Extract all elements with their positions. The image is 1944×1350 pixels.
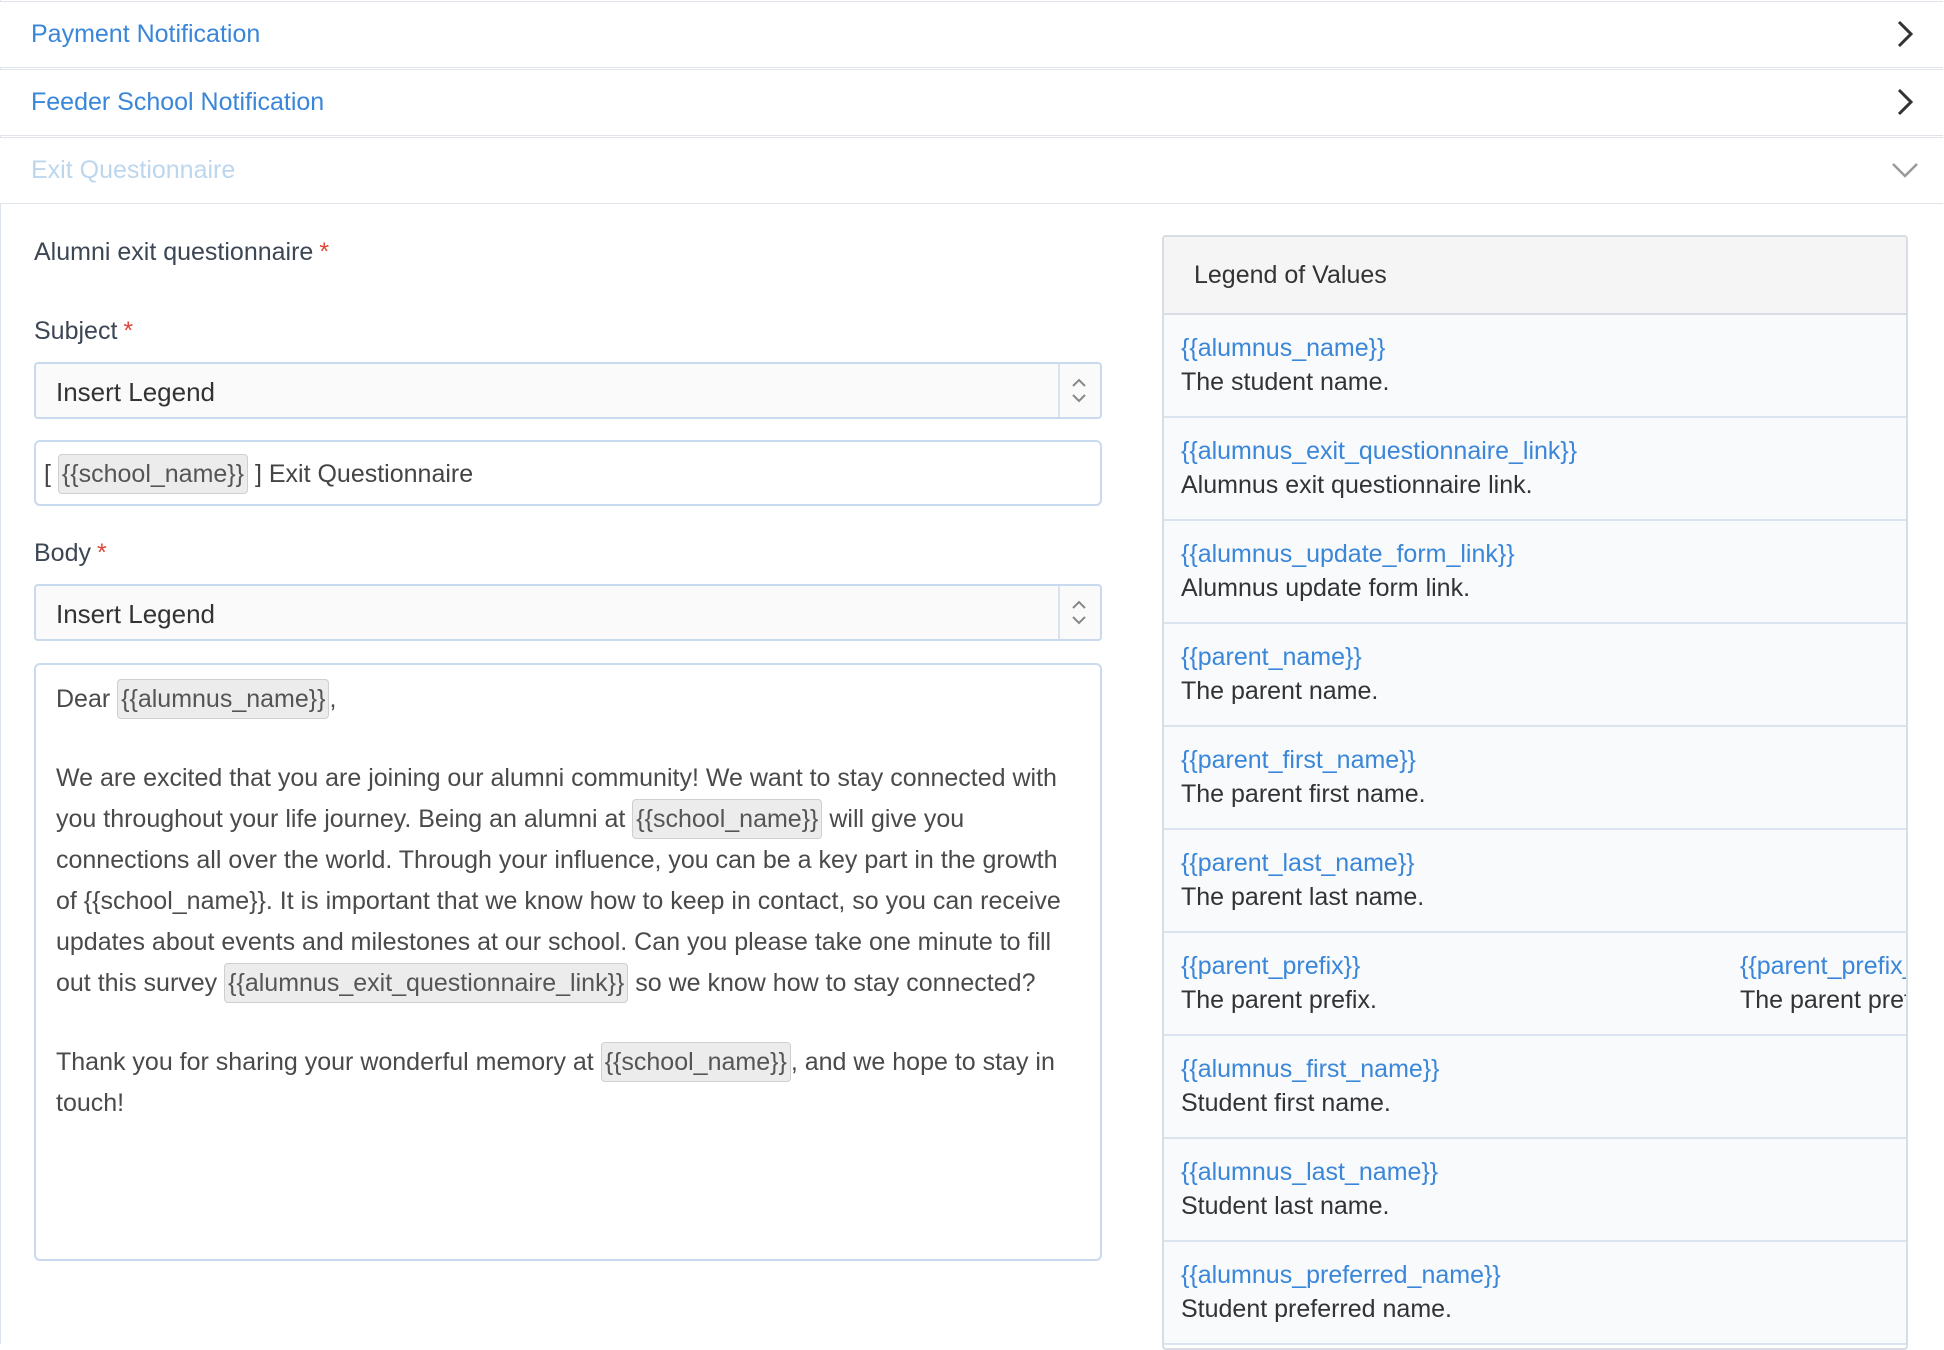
- legend-desc: The parent name.: [1181, 677, 1379, 705]
- select-arrows-icon: [1058, 586, 1100, 639]
- body-text: so we know how to stay connected?: [635, 969, 1036, 997]
- legend-key[interactable]: {{alumnus_preferred_name}}: [1181, 1258, 1906, 1292]
- legend-key[interactable]: {{parent_last_name}}: [1181, 846, 1906, 880]
- legend-key[interactable]: {{alumnus_name}}: [1181, 331, 1906, 365]
- legend-title: Legend of Values: [1164, 237, 1906, 315]
- subject-input[interactable]: [ {{school_name}} ] Exit Questionnaire: [34, 440, 1102, 506]
- legend-item[interactable]: {{alumnus_preferred_name}} Student prefe…: [1164, 1242, 1906, 1345]
- accordion-feeder-school-notification[interactable]: Feeder School Notification: [0, 69, 1943, 136]
- legend-desc: Alumnus update form link.: [1181, 574, 1471, 602]
- accordion-title: Payment Notification: [31, 20, 261, 48]
- legend-item[interactable]: {{alumnus_first_name}} Student first nam…: [1164, 1036, 1906, 1139]
- legend-item[interactable]: {{parent_prefix}} The parent prefix. {{p…: [1164, 933, 1906, 1036]
- legend-item[interactable]: {{parent_last_name}} The parent last nam…: [1164, 830, 1906, 933]
- accordion-payment-notification[interactable]: Payment Notification: [0, 1, 1943, 68]
- body-label: Body *: [34, 539, 107, 568]
- select-arrows-icon: [1058, 364, 1100, 417]
- legend-panel: Legend of Values {{alumnus_name}} The st…: [1162, 235, 1908, 1350]
- subject-prefix: [: [44, 460, 51, 488]
- legend-key[interactable]: {{alumnus_update_form_link}}: [1181, 537, 1906, 571]
- chevron-down-icon: [1887, 152, 1923, 188]
- legend-key[interactable]: {{alumnus_last_name}}: [1181, 1155, 1906, 1189]
- legend-desc: The parent last name.: [1181, 883, 1425, 911]
- legend-item[interactable]: {{parent_first_name}} The parent first n…: [1164, 727, 1906, 830]
- section-label: Alumni exit questionnaire *: [34, 238, 329, 267]
- legend-desc: Student first name.: [1181, 1089, 1391, 1117]
- legend-desc: The parent first name.: [1181, 780, 1426, 808]
- select-value: Insert Legend: [56, 599, 216, 629]
- legend-key[interactable]: {{parent_first_name}}: [1181, 743, 1906, 777]
- legend-chip[interactable]: {{school_name}}: [632, 799, 823, 839]
- legend-desc: Alumnus exit questionnaire link.: [1181, 471, 1533, 499]
- greeting-word: Dear: [56, 685, 111, 713]
- legend-key[interactable]: {{parent_prefix_: [1740, 949, 1906, 983]
- legend-desc: Student last name.: [1181, 1192, 1390, 1220]
- legend-chip[interactable]: {{alumnus_exit_questionnaire_link}}: [224, 963, 629, 1003]
- required-mark: *: [319, 238, 330, 266]
- legend-item[interactable]: {{alumnus_exit_questionnaire_link}} Alum…: [1164, 418, 1906, 521]
- subject-suffix: ] Exit Questionnaire: [254, 460, 474, 488]
- body-label-text: Body: [34, 539, 91, 567]
- subject-label: Subject *: [34, 317, 133, 346]
- body-insert-legend-select[interactable]: Insert Legend: [34, 584, 1102, 641]
- legend-desc: The parent pref: [1740, 986, 1908, 1014]
- legend-key[interactable]: {{alumnus_exit_questionnaire_link}}: [1181, 434, 1906, 468]
- legend-item-second-column[interactable]: {{parent_prefix_ The parent pref: [1740, 949, 1908, 1017]
- chevron-right-icon: [1887, 16, 1923, 52]
- legend-chip[interactable]: {{school_name}}: [600, 1042, 791, 1082]
- body-editor[interactable]: Dear {{alumnus_name}}, We are excited th…: [34, 663, 1102, 1261]
- legend-key[interactable]: {{parent_name}}: [1181, 640, 1906, 674]
- legend-desc: The student name.: [1181, 368, 1390, 396]
- legend-item[interactable]: {{parent_name}} The parent name.: [1164, 624, 1906, 727]
- legend-chip[interactable]: {{alumnus_name}}: [117, 679, 330, 719]
- body-paragraph-2: Thank you for sharing your wonderful mem…: [56, 1042, 1078, 1124]
- accordion-title: Exit Questionnaire: [31, 156, 236, 184]
- legend-chip[interactable]: {{school_name}}: [57, 454, 249, 494]
- body-paragraph-1: We are excited that you are joining our …: [56, 758, 1078, 1004]
- select-value: Insert Legend: [56, 377, 216, 407]
- greeting-comma: ,: [329, 685, 337, 713]
- chevron-right-icon: [1887, 84, 1923, 120]
- legend-item[interactable]: {{alumnus_name}} The student name.: [1164, 315, 1906, 418]
- required-mark: *: [96, 539, 107, 567]
- section-label-text: Alumni exit questionnaire: [34, 238, 314, 266]
- body-text: Thank you for sharing your wonderful mem…: [56, 1048, 594, 1076]
- legend-item[interactable]: {{alumnus_last_name}} Student last name.: [1164, 1139, 1906, 1242]
- subject-label-text: Subject: [34, 317, 118, 345]
- legend-item[interactable]: {{alumnus_update_form_link}} Alumnus upd…: [1164, 521, 1906, 624]
- accordion-exit-questionnaire[interactable]: Exit Questionnaire: [0, 137, 1943, 204]
- required-mark: *: [123, 317, 134, 345]
- subject-insert-legend-select[interactable]: Insert Legend: [34, 362, 1102, 419]
- legend-key[interactable]: {{alumnus_first_name}}: [1181, 1052, 1906, 1086]
- greeting-line: Dear {{alumnus_name}},: [56, 679, 1078, 720]
- legend-desc: Student preferred name.: [1181, 1295, 1452, 1323]
- accordion-title: Feeder School Notification: [31, 88, 325, 116]
